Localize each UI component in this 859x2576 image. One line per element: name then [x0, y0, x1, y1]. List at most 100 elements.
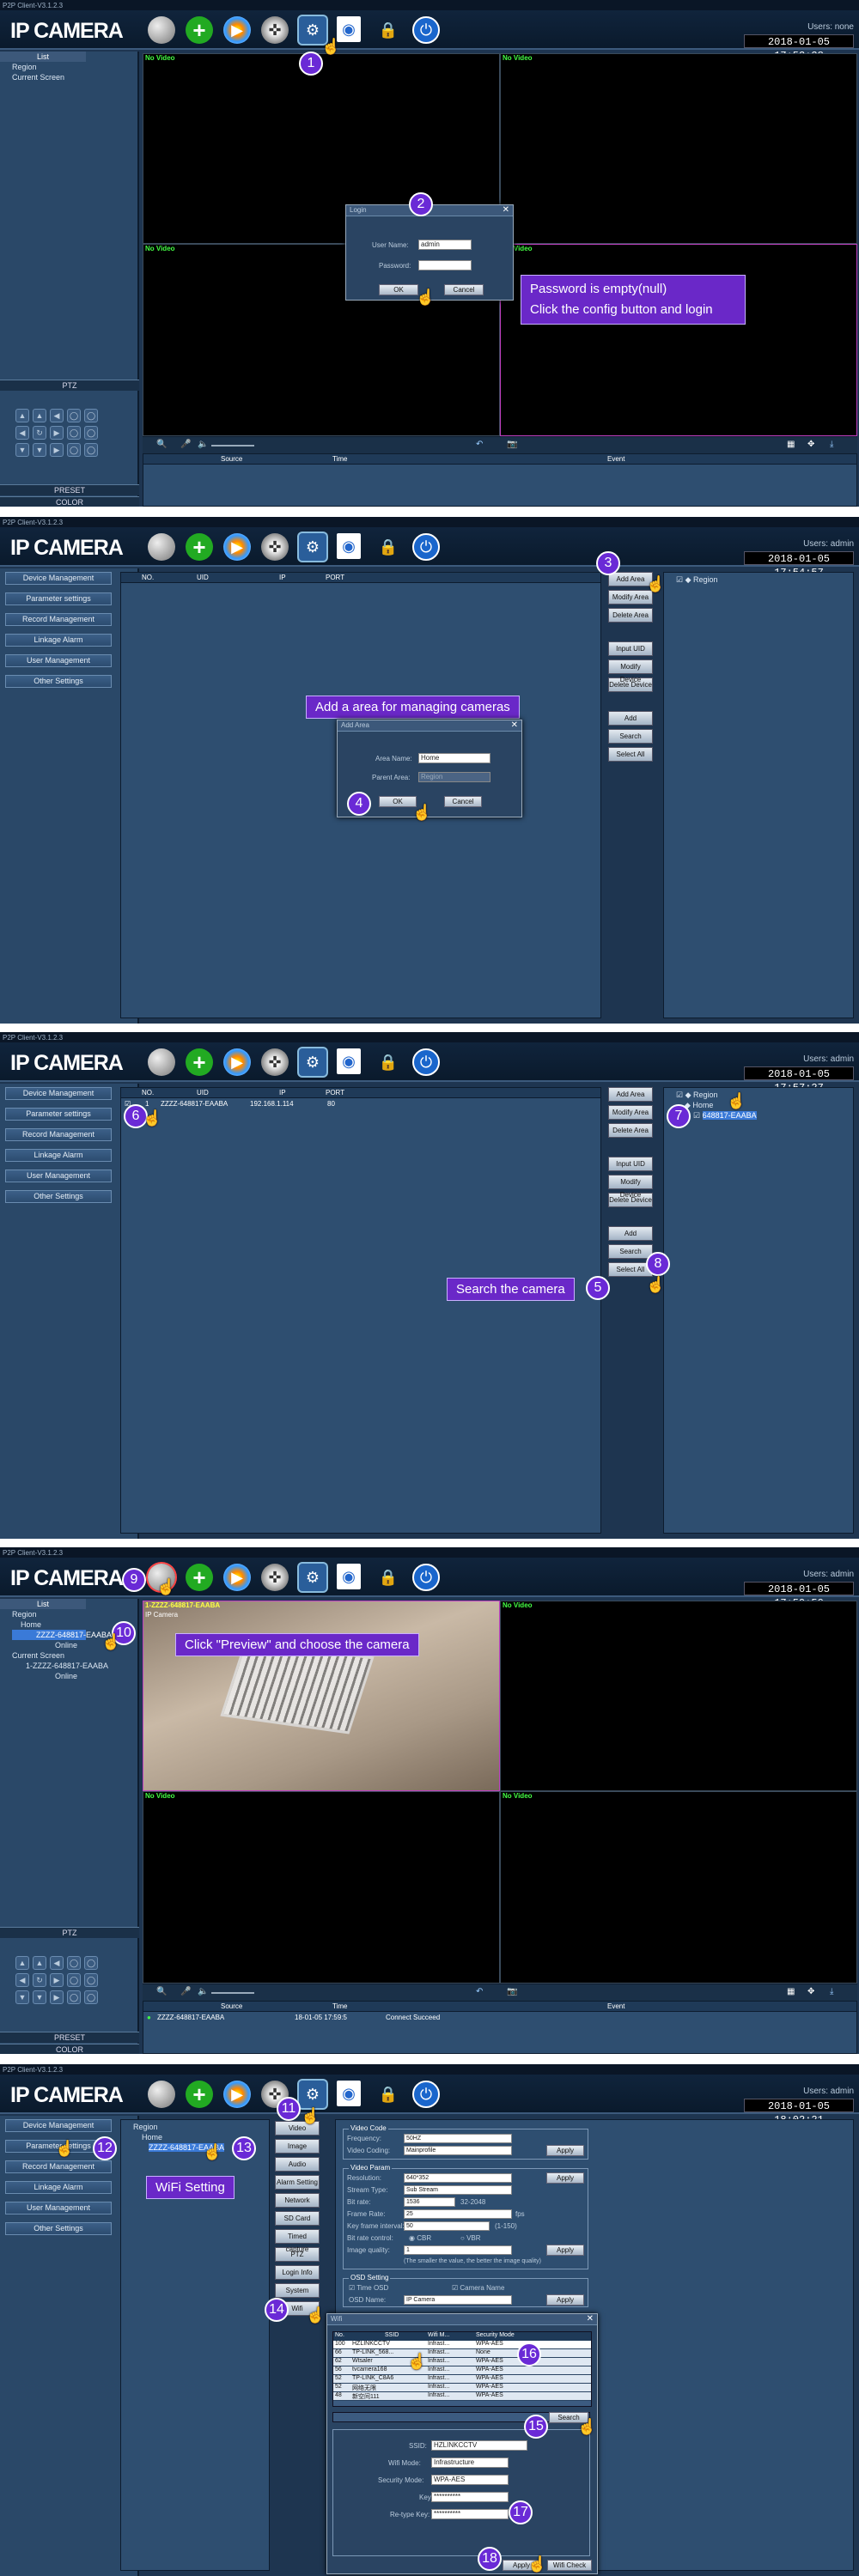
tree-region[interactable]: Region — [12, 62, 137, 72]
config-gear-icon[interactable]: ⚙ — [299, 2081, 326, 2108]
ptz-btn[interactable]: ◯ — [67, 1973, 81, 1987]
add-button[interactable]: Add — [608, 711, 653, 726]
search-button[interactable]: Search — [608, 1244, 653, 1259]
osd-name-field[interactable]: IP Camera — [404, 2295, 512, 2305]
ptz-btn[interactable]: ↻ — [33, 1973, 46, 1987]
ptz-btn[interactable]: ◯ — [84, 1956, 98, 1970]
ptz-btn[interactable]: ◯ — [67, 1956, 81, 1970]
lock-icon[interactable]: 🔒 — [375, 1048, 402, 1076]
wifi-row[interactable]: 52 网络无限 Infrast... WPA-AES — [333, 2384, 591, 2392]
menu-record-management[interactable]: Record Management — [5, 2160, 112, 2173]
tree-camera[interactable]: ZZZZ-648817-EAABA — [12, 1630, 112, 1640]
config-gear-icon[interactable]: ⚙ — [299, 533, 326, 561]
ok-button[interactable]: OK — [379, 284, 418, 295]
wifi-row[interactable]: 52 TP-LINK_C8A6 Infrast... WPA-AES — [333, 2375, 591, 2384]
preview-icon[interactable] — [148, 16, 175, 44]
color-bar[interactable]: COLOR — [0, 2044, 139, 2054]
log-icon[interactable]: ◉ — [337, 2081, 361, 2106]
menu-user-management[interactable]: User Management — [5, 1170, 112, 1182]
video-cell[interactable]: No Video — [500, 1601, 857, 1791]
delete-device-button[interactable]: Delete Device — [608, 677, 653, 692]
coding-select[interactable]: Mainprofile — [404, 2146, 512, 2155]
add-icon[interactable]: + — [186, 2081, 213, 2108]
add-icon[interactable]: + — [186, 1048, 213, 1076]
preview-icon[interactable] — [148, 2081, 175, 2108]
ptz-btn[interactable]: ◯ — [84, 426, 98, 440]
menu-linkage-alarm[interactable]: Linkage Alarm — [5, 2181, 112, 2194]
ptz-btn[interactable]: ▲ — [15, 409, 29, 422]
tab-network[interactable]: Network — [275, 2193, 320, 2208]
apply-button[interactable]: Apply — [546, 2145, 584, 2156]
mic-icon[interactable]: 🎤 — [180, 440, 191, 449]
video-cell[interactable]: No Video — [500, 53, 857, 244]
search-button[interactable]: Search — [608, 729, 653, 744]
ptz-icon[interactable]: ✜ — [261, 1564, 289, 1591]
log-row[interactable]: ● ZZZZ-648817-EAABA 18-01-05 17:59:5 Con… — [143, 2014, 856, 2023]
menu-record-management[interactable]: Record Management — [5, 613, 112, 626]
search-icon[interactable]: 🔍 — [156, 1987, 167, 1996]
delete-area-button[interactable]: Delete Area — [608, 608, 653, 623]
stream-select[interactable]: Sub Stream — [404, 2185, 512, 2195]
menu-other-settings[interactable]: Other Settings — [5, 2222, 112, 2235]
ptz-btn[interactable]: ◯ — [84, 409, 98, 422]
back-icon[interactable]: ↶ — [476, 440, 483, 449]
menu-user-management[interactable]: User Management — [5, 654, 112, 667]
wifi-row[interactable]: 48 新空间111 Infrast... WPA-AES — [333, 2392, 591, 2401]
menu-parameter-settings[interactable]: Parameter settings — [5, 592, 112, 605]
ptz-btn[interactable]: ▼ — [15, 443, 29, 457]
ptz-btn[interactable]: ↻ — [33, 426, 46, 440]
camera-icon[interactable]: 📷 — [507, 1987, 517, 1996]
add-icon[interactable]: + — [186, 533, 213, 561]
tab-image[interactable]: Image — [275, 2139, 320, 2154]
close-icon[interactable]: ✕ — [503, 205, 509, 215]
input-uid-button[interactable]: Input UID — [608, 1157, 653, 1171]
apply-button[interactable]: Apply — [546, 2172, 584, 2184]
apply-button[interactable]: Apply — [546, 2245, 584, 2256]
retype-key-field[interactable]: ********** — [431, 2509, 509, 2519]
menu-device-management[interactable]: Device Management — [5, 2119, 112, 2132]
security-select[interactable]: WPA-AES — [431, 2475, 509, 2485]
preview-icon[interactable] — [148, 1048, 175, 1076]
playback-icon[interactable]: ▶ — [223, 2081, 251, 2108]
power-icon[interactable]: ⏻ — [412, 16, 440, 44]
playback-icon[interactable]: ▶ — [223, 533, 251, 561]
modify-device-button[interactable]: Modify Device — [608, 659, 653, 683]
ptz-btn[interactable]: ▲ — [33, 409, 46, 422]
log-icon[interactable]: ◉ — [337, 1564, 361, 1589]
menu-parameter-settings[interactable]: Parameter settings — [5, 1108, 112, 1121]
list-tab[interactable]: List — [0, 1599, 86, 1609]
select-all-button[interactable]: Select All — [608, 747, 653, 762]
back-icon[interactable]: ↶ — [476, 1987, 483, 1996]
ptz-btn[interactable]: ◯ — [67, 409, 81, 422]
expand-icon[interactable]: ⤓ — [830, 1987, 833, 1996]
ptz-btn[interactable]: ◀ — [50, 409, 64, 422]
lock-icon[interactable]: 🔒 — [375, 16, 402, 44]
speaker-icon[interactable]: 🔈 — [198, 440, 208, 449]
key-field[interactable]: ********** — [431, 2492, 509, 2502]
wifi-row[interactable]: 66 TP-LINK_568... Infrast... None — [333, 2349, 591, 2358]
fullscreen-icon[interactable]: ✥ — [807, 440, 814, 449]
ptz-icon[interactable]: ✜ — [261, 1048, 289, 1076]
video-cell[interactable]: No Video — [500, 244, 857, 436]
fps-select[interactable]: 25 — [404, 2209, 512, 2219]
ssid-field[interactable]: HZLINKCCTV — [431, 2440, 527, 2451]
ptz-btn[interactable]: ▼ — [33, 1990, 46, 2004]
color-bar[interactable]: COLOR — [0, 496, 139, 507]
freq-select[interactable]: 50HZ — [404, 2134, 512, 2143]
tree-home[interactable]: ◆ Home — [676, 1100, 853, 1110]
menu-linkage-alarm[interactable]: Linkage Alarm — [5, 1149, 112, 1162]
log-icon[interactable]: ◉ — [337, 533, 361, 559]
fullscreen-icon[interactable]: ✥ — [807, 1987, 814, 1996]
ptz-btn[interactable]: ◯ — [67, 1990, 81, 2004]
mic-icon[interactable]: 🎤 — [180, 1987, 191, 1996]
table-row[interactable]: ☑ 1 ZZZZ-648817-EAABA 192.168.1.114 80 — [121, 1100, 600, 1110]
playback-icon[interactable]: ▶ — [223, 1564, 251, 1591]
user-select[interactable]: admin — [418, 240, 472, 250]
wifi-row[interactable]: 100 HZLINKCCTV Infrast... WPA-AES — [333, 2341, 591, 2349]
list-tab[interactable]: List — [0, 52, 86, 62]
add-icon[interactable]: + — [186, 1564, 213, 1591]
modify-device-button[interactable]: Modify Device — [608, 1175, 653, 1199]
volume-slider[interactable] — [211, 1992, 254, 1994]
kf-field[interactable]: 50 — [404, 2221, 490, 2231]
menu-user-management[interactable]: User Management — [5, 2202, 112, 2215]
